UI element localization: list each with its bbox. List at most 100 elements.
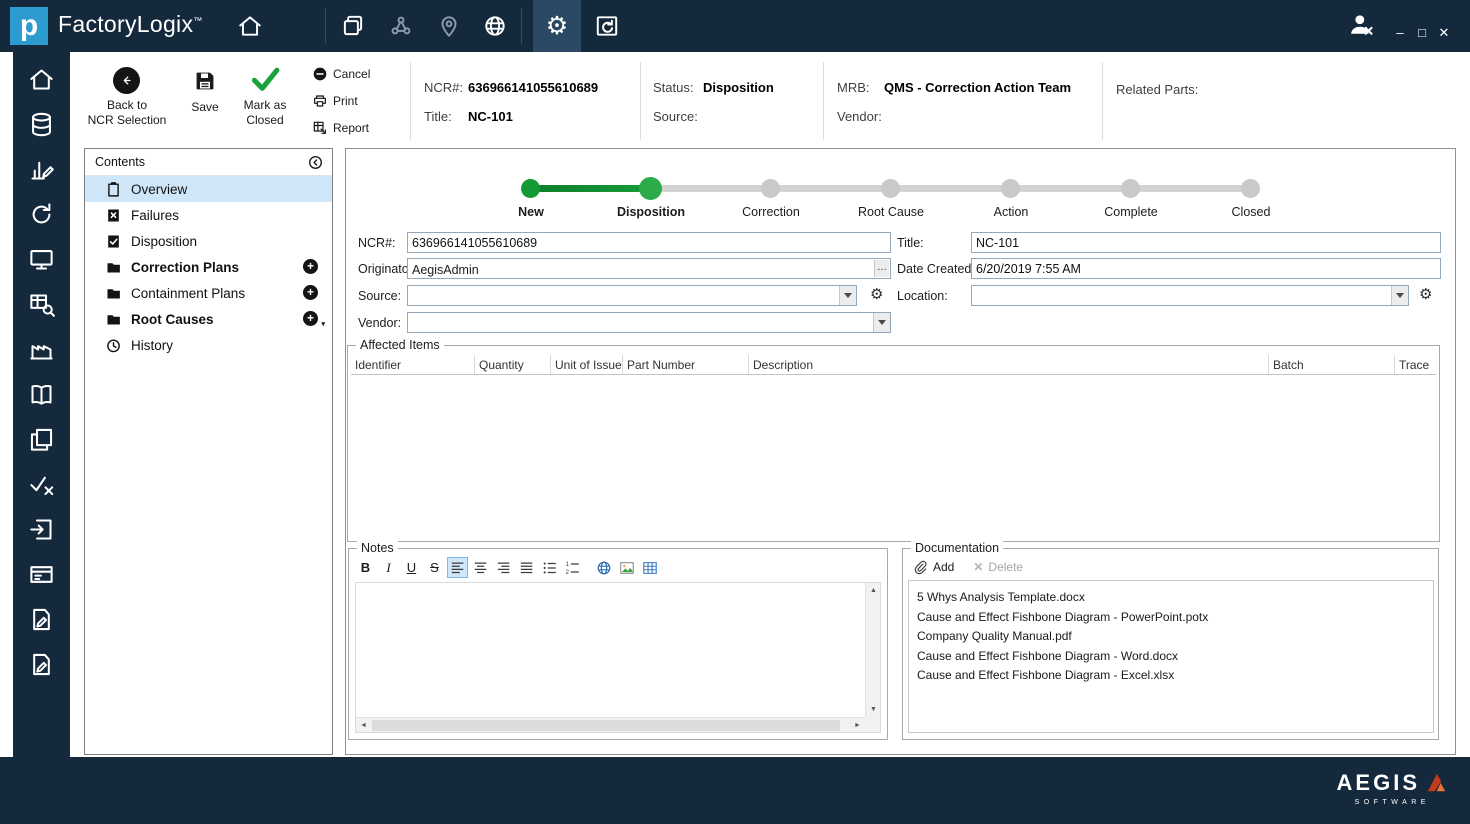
sidebar-book-icon[interactable] xyxy=(28,381,55,408)
document-file[interactable]: Cause and Effect Fishbone Diagram - Word… xyxy=(917,647,1425,667)
layers-icon[interactable] xyxy=(340,13,366,39)
dropdown-arrow-icon[interactable] xyxy=(873,313,890,332)
affected-items-table-body[interactable] xyxy=(351,376,1436,538)
ncr-input[interactable] xyxy=(407,232,891,253)
contents-item-overview[interactable]: Overview xyxy=(85,176,332,202)
dropdown-arrow-icon[interactable] xyxy=(1391,286,1408,305)
originator-browse-button[interactable]: … xyxy=(874,260,889,277)
originator-input[interactable]: AegisAdmin … xyxy=(407,258,891,279)
insert-image-icon[interactable] xyxy=(616,557,637,578)
back-button-label[interactable]: Back to NCR Selection xyxy=(82,98,172,128)
column-part-number[interactable]: Part Number xyxy=(623,355,749,374)
italic-button[interactable]: I xyxy=(378,557,399,578)
sidebar-copy-icon[interactable] xyxy=(28,426,55,453)
add-menu-caret-icon[interactable]: ▾ xyxy=(321,320,325,328)
document-file[interactable]: Cause and Effect Fishbone Diagram - Powe… xyxy=(917,608,1425,628)
notes-horizontal-scrollbar[interactable]: ◄ ► xyxy=(356,717,865,732)
sidebar-refresh-icon[interactable] xyxy=(28,201,55,228)
numbered-list-button[interactable]: 12 xyxy=(562,557,583,578)
print-button[interactable]: Print xyxy=(312,93,358,109)
back-button[interactable] xyxy=(113,67,140,94)
location-dropdown[interactable] xyxy=(971,285,1409,306)
title-input[interactable] xyxy=(971,232,1441,253)
sidebar-database-icon[interactable] xyxy=(28,111,55,138)
date-created-input[interactable] xyxy=(971,258,1441,279)
mark-closed-button[interactable] xyxy=(250,64,280,94)
sync-box-icon[interactable] xyxy=(594,13,620,39)
contents-item-history[interactable]: History xyxy=(85,332,332,358)
sidebar-home-icon[interactable] xyxy=(28,66,55,93)
column-unit-of-issue[interactable]: Unit of Issue xyxy=(551,355,623,374)
align-center-button[interactable] xyxy=(470,557,491,578)
globe-icon[interactable] xyxy=(482,13,508,39)
sidebar-card-icon[interactable] xyxy=(28,561,55,588)
save-button[interactable] xyxy=(193,69,217,93)
sidebar-factory-icon[interactable] xyxy=(28,336,55,363)
scrollbar-thumb[interactable] xyxy=(372,720,840,731)
vendor-dropdown[interactable] xyxy=(407,312,891,333)
add-root-cause-button[interactable]: + xyxy=(303,311,318,326)
strikethrough-button[interactable]: S xyxy=(424,557,445,578)
source-settings-gear-icon[interactable]: ⚙ xyxy=(870,286,883,304)
scroll-down-icon[interactable]: ▼ xyxy=(866,702,881,717)
add-document-button[interactable]: Add xyxy=(933,560,954,574)
home-icon[interactable] xyxy=(237,13,263,39)
column-quantity[interactable]: Quantity xyxy=(475,355,551,374)
insert-table-icon[interactable] xyxy=(639,557,660,578)
location-pin-icon[interactable] xyxy=(436,13,462,39)
user-logout-icon[interactable] xyxy=(1347,11,1375,39)
sidebar-verify-icon[interactable] xyxy=(28,471,55,498)
step-dot-action[interactable] xyxy=(1001,179,1020,198)
delete-document-button[interactable]: Delete xyxy=(988,560,1023,574)
notes-editor[interactable]: ▲ ▼ ◄ ► xyxy=(355,582,881,733)
contents-item-containment-plans[interactable]: Containment Plans + xyxy=(85,280,332,306)
document-file[interactable]: 5 Whys Analysis Template.docx xyxy=(917,588,1425,608)
step-dot-closed[interactable] xyxy=(1241,179,1260,198)
mark-closed-button-label[interactable]: Mark as Closed xyxy=(220,98,310,128)
column-description[interactable]: Description xyxy=(749,355,1269,374)
close-button[interactable]: ✕ xyxy=(1436,25,1452,41)
bullet-list-button[interactable] xyxy=(539,557,560,578)
column-trace[interactable]: Trace xyxy=(1395,355,1435,374)
align-left-button[interactable] xyxy=(447,557,468,578)
document-file[interactable]: Cause and Effect Fishbone Diagram - Exce… xyxy=(917,666,1425,686)
cancel-button[interactable]: Cancel xyxy=(312,66,370,82)
insert-link-icon[interactable] xyxy=(593,557,614,578)
collapse-contents-icon[interactable] xyxy=(307,154,324,171)
report-button[interactable]: Report xyxy=(312,120,369,136)
contents-item-disposition[interactable]: Disposition xyxy=(85,228,332,254)
minimize-button[interactable]: – xyxy=(1392,25,1408,40)
sidebar-document-edit2-icon[interactable] xyxy=(28,651,55,678)
settings-tab[interactable]: ⚙ xyxy=(533,0,581,52)
sidebar-data-search-icon[interactable] xyxy=(28,291,55,318)
location-settings-gear-icon[interactable]: ⚙ xyxy=(1419,286,1432,304)
dropdown-arrow-icon[interactable] xyxy=(839,286,856,305)
sidebar-analytics-edit-icon[interactable] xyxy=(28,156,55,183)
bold-button[interactable]: B xyxy=(355,557,376,578)
align-justify-button[interactable] xyxy=(516,557,537,578)
align-right-button[interactable] xyxy=(493,557,514,578)
scroll-right-icon[interactable]: ► xyxy=(850,718,865,733)
network-icon[interactable] xyxy=(388,13,414,39)
scroll-up-icon[interactable]: ▲ xyxy=(866,583,881,598)
document-file[interactable]: Company Quality Manual.pdf xyxy=(917,627,1425,647)
scroll-left-icon[interactable]: ◄ xyxy=(356,718,371,733)
step-dot-disposition[interactable] xyxy=(639,177,662,200)
add-containment-plan-button[interactable]: + xyxy=(303,285,318,300)
maximize-button[interactable]: □ xyxy=(1414,25,1430,40)
source-dropdown[interactable] xyxy=(407,285,857,306)
step-dot-correction[interactable] xyxy=(761,179,780,198)
column-batch[interactable]: Batch xyxy=(1269,355,1395,374)
column-identifier[interactable]: Identifier xyxy=(351,355,475,374)
underline-button[interactable]: U xyxy=(401,557,422,578)
step-dot-root-cause[interactable] xyxy=(881,179,900,198)
step-dot-new[interactable] xyxy=(521,179,540,198)
contents-item-correction-plans[interactable]: Correction Plans + xyxy=(85,254,332,280)
sidebar-monitor-icon[interactable] xyxy=(28,246,55,273)
sidebar-import-icon[interactable] xyxy=(28,516,55,543)
notes-vertical-scrollbar[interactable]: ▲ ▼ xyxy=(865,583,880,717)
contents-item-failures[interactable]: Failures xyxy=(85,202,332,228)
step-dot-complete[interactable] xyxy=(1121,179,1140,198)
sidebar-document-edit-icon[interactable] xyxy=(28,606,55,633)
add-correction-plan-button[interactable]: + xyxy=(303,259,318,274)
